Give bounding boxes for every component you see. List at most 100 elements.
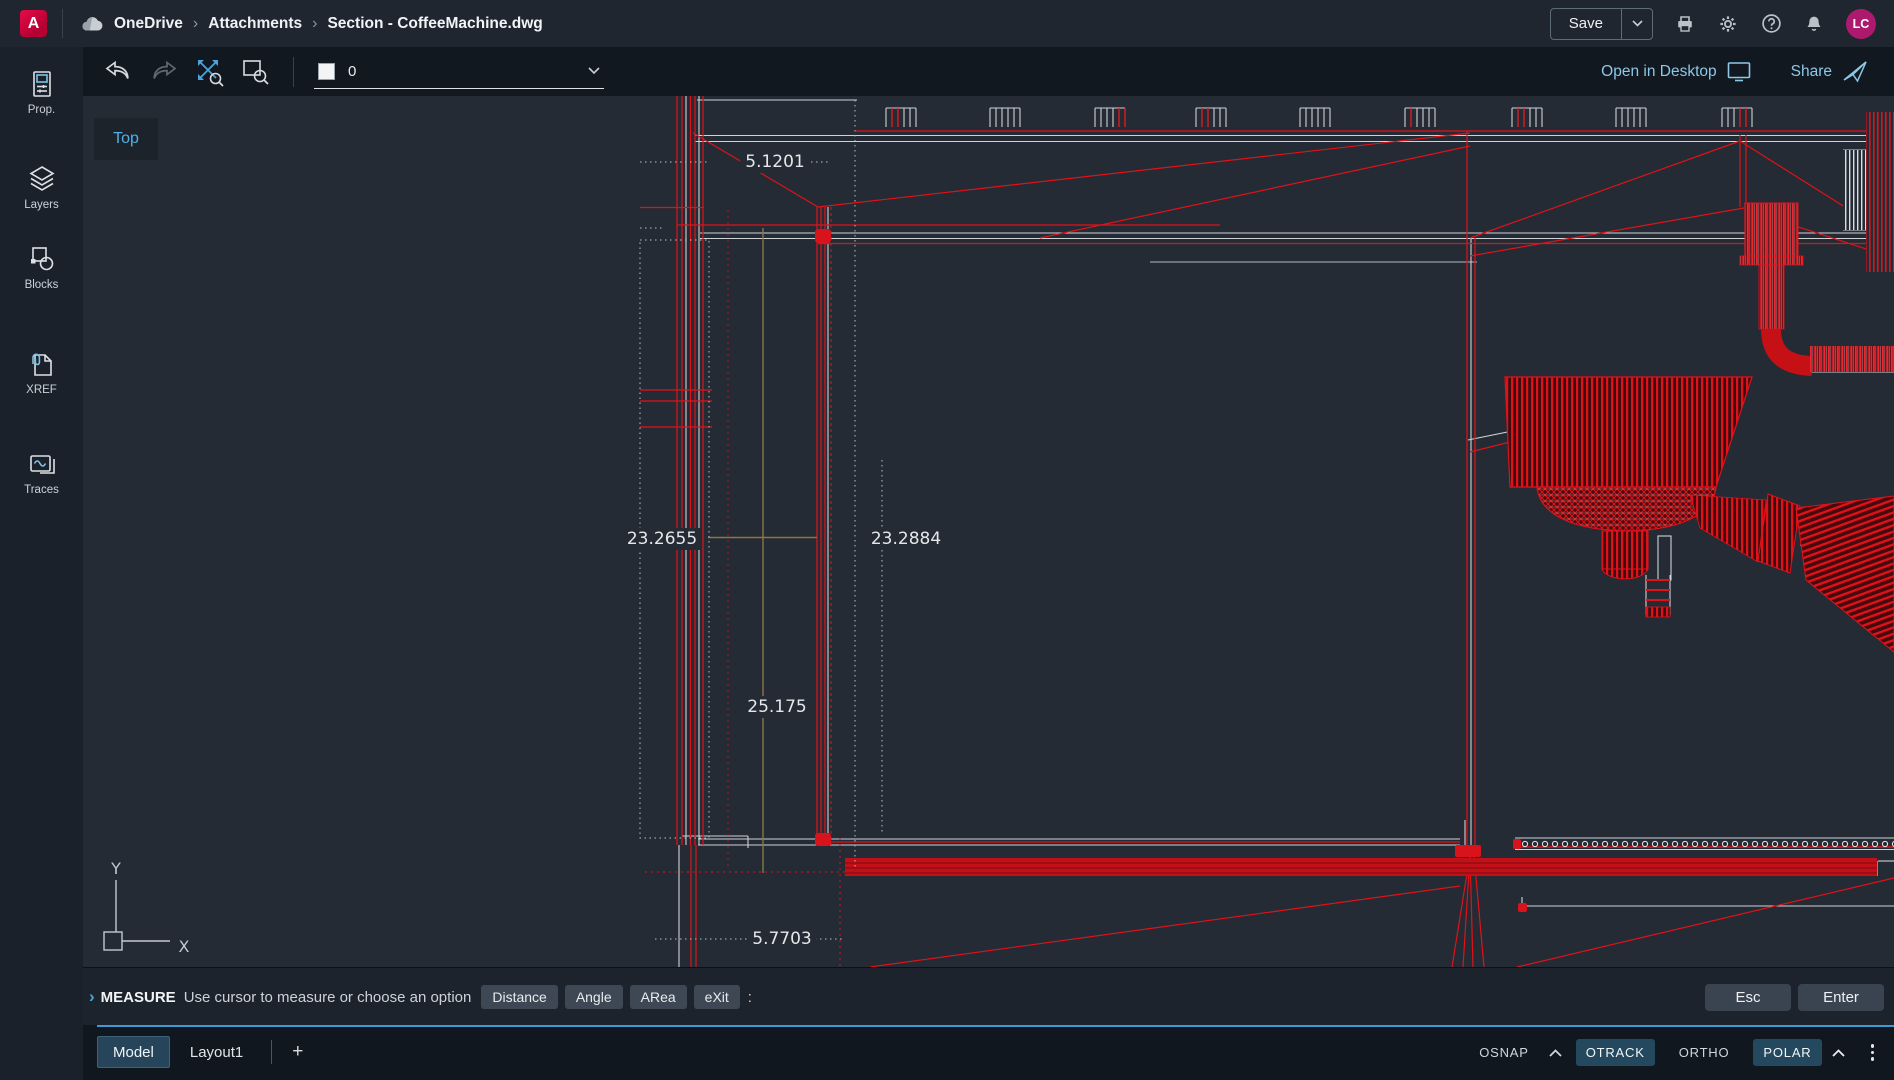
undo-icon — [103, 59, 133, 85]
save-dropdown-button[interactable] — [1621, 9, 1652, 39]
top-bar: A OneDrive › Attachments › Section - Cof… — [0, 0, 1894, 47]
dotted-selection — [640, 100, 882, 939]
notifications-button[interactable] — [1803, 13, 1825, 35]
drafting-toggles: OSNAP OTRACK ORTHO POLAR — [1469, 1025, 1878, 1080]
sidebar-item-label: Traces — [24, 484, 59, 496]
breadcrumb-onedrive[interactable]: OneDrive — [114, 15, 183, 33]
measure-icon — [194, 56, 226, 88]
document-title: Section - CoffeeMachine.dwg — [327, 15, 542, 33]
toggle-ortho[interactable]: ORTHO — [1669, 1039, 1740, 1066]
zoom-window-icon — [241, 57, 271, 87]
red-knots — [815, 229, 1527, 912]
zoom-window-button[interactable] — [239, 55, 273, 89]
command-keys: Esc Enter — [1705, 968, 1884, 1026]
bell-icon — [1804, 14, 1824, 34]
breadcrumb-attachments[interactable]: Attachments — [208, 15, 302, 33]
toolbar-right: Open in Desktop Share — [1601, 47, 1868, 96]
cad-drawing[interactable]: Y X — [83, 96, 1894, 967]
open-in-desktop-label: Open in Desktop — [1601, 63, 1716, 81]
ucs-x-label: X — [179, 937, 190, 956]
polar-chevron-up-icon[interactable] — [1832, 1049, 1845, 1057]
blocks-icon — [27, 244, 57, 274]
avatar[interactable]: LC — [1846, 9, 1876, 39]
option-angle-button[interactable]: Angle — [565, 985, 623, 1009]
settings-button[interactable] — [1717, 13, 1739, 35]
breadcrumb: OneDrive › Attachments › Section - Coffe… — [80, 0, 543, 47]
print-button[interactable] — [1674, 13, 1696, 35]
breadcrumb-separator: › — [312, 15, 317, 33]
sidebar-item-layers[interactable]: Layers — [0, 164, 83, 211]
dimension-label: 25.175 — [742, 696, 811, 718]
tab-model[interactable]: Model — [97, 1036, 170, 1068]
left-sidebar: Prop. Layers Blocks XREF Traces — [0, 47, 83, 1080]
sidebar-item-traces[interactable]: Traces — [0, 449, 83, 496]
chevron-down-icon — [588, 67, 600, 75]
paper-plane-icon — [1842, 60, 1868, 83]
save-button[interactable]: Save — [1551, 9, 1621, 39]
dimension-label: 23.2884 — [866, 528, 946, 550]
ucs-icon — [104, 880, 170, 950]
osnap-chevron-up-icon[interactable] — [1549, 1049, 1562, 1057]
hatch-tick-row — [886, 108, 1752, 127]
redo-icon — [149, 59, 179, 85]
dimension-label: 5.7703 — [747, 928, 816, 950]
measure-tool-button[interactable] — [193, 55, 227, 89]
divider — [271, 1040, 272, 1064]
sidebar-item-xref[interactable]: XREF — [0, 349, 83, 396]
red-band — [845, 858, 1877, 876]
command-prompt-text: Use cursor to measure or choose an optio… — [184, 989, 472, 1006]
command-bar: › MEASURE Use cursor to measure or choos… — [83, 967, 1894, 1026]
toggle-otrack[interactable]: OTRACK — [1576, 1039, 1655, 1066]
coil-row — [1516, 840, 1894, 848]
sidebar-item-label: Prop. — [28, 104, 56, 116]
open-in-desktop-button[interactable]: Open in Desktop — [1601, 61, 1750, 82]
share-button[interactable]: Share — [1791, 60, 1868, 83]
toggle-osnap[interactable]: OSNAP — [1469, 1039, 1539, 1066]
help-button[interactable] — [1760, 13, 1782, 35]
sidebar-item-label: XREF — [26, 384, 57, 396]
sidebar-item-blocks[interactable]: Blocks — [0, 244, 83, 291]
layer-current-value: 0 — [348, 63, 588, 80]
ucs-y-label: Y — [110, 859, 121, 878]
save-split-button: Save — [1550, 8, 1653, 40]
divider — [62, 9, 63, 38]
add-layout-button[interactable]: + — [284, 1041, 311, 1063]
gear-icon — [1718, 14, 1738, 34]
layer-dropdown[interactable]: 0 — [314, 54, 604, 89]
dimension-label: 5.1201 — [740, 151, 809, 173]
drawing-toolbar: 0 Open in Desktop Share — [83, 47, 1894, 96]
option-distance-button[interactable]: Distance — [481, 985, 557, 1009]
enter-button[interactable]: Enter — [1798, 984, 1884, 1011]
divider — [293, 57, 294, 87]
help-icon — [1761, 13, 1782, 34]
sidebar-item-properties[interactable]: Prop. — [0, 69, 83, 116]
measure-lines — [708, 228, 817, 873]
onedrive-cloud-icon — [80, 15, 104, 33]
more-settings-button[interactable] — [1867, 1040, 1879, 1065]
xref-icon — [27, 349, 57, 379]
redo-button[interactable] — [147, 55, 181, 89]
printer-icon — [1675, 14, 1695, 34]
esc-button[interactable]: Esc — [1705, 984, 1791, 1011]
toggle-polar[interactable]: POLAR — [1753, 1039, 1821, 1066]
topbar-actions: Save LC — [1550, 0, 1876, 47]
command-options: Distance Angle ARea eXit — [481, 985, 739, 1009]
drawing-canvas[interactable]: Y X Top 5.1201 23.2655 23.2884 25.175 5.… — [83, 96, 1894, 967]
option-area-button[interactable]: ARea — [630, 985, 687, 1009]
command-input-cursor[interactable]: : — [748, 989, 752, 1006]
properties-icon — [27, 69, 57, 99]
traces-icon — [27, 449, 57, 479]
undo-button[interactable] — [101, 55, 135, 89]
option-exit-button[interactable]: eXit — [694, 985, 740, 1009]
layers-icon — [27, 164, 57, 194]
share-label: Share — [1791, 63, 1832, 81]
status-bar: Model Layout1 + OSNAP OTRACK ORTHO POLAR — [83, 1025, 1894, 1080]
view-cube-label[interactable]: Top — [94, 118, 158, 160]
red-dashed-lines — [645, 207, 845, 967]
chevron-down-icon — [1632, 20, 1643, 27]
autocad-logo-icon[interactable]: A — [20, 10, 47, 37]
layer-color-swatch — [318, 63, 335, 80]
sidebar-item-label: Layers — [24, 199, 59, 211]
tab-layout1[interactable]: Layout1 — [174, 1036, 259, 1068]
prompt-chevron-icon: › — [89, 987, 95, 1007]
